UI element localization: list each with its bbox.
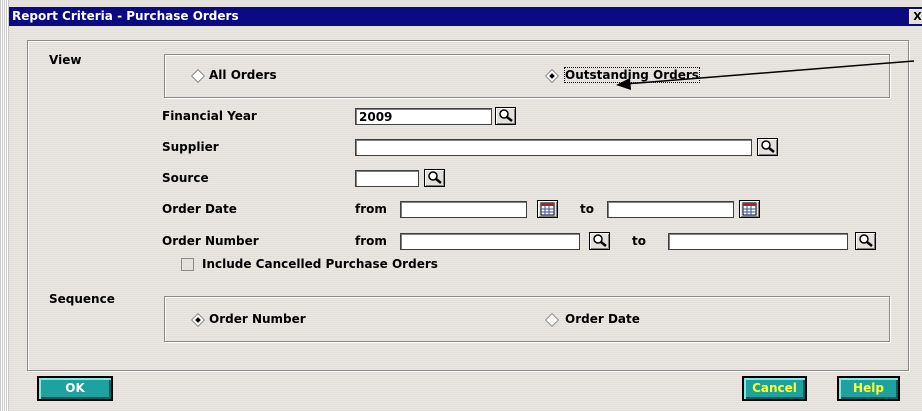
magnifier-icon xyxy=(428,171,442,184)
magnifier-icon xyxy=(761,140,775,153)
order-number-to-input[interactable] xyxy=(668,233,848,250)
radio-diamond-selected-icon xyxy=(190,312,206,328)
sequence-label: Sequence xyxy=(49,292,115,306)
magnifier-icon xyxy=(859,234,873,247)
radio-order-date-label: Order Date xyxy=(565,312,640,326)
include-cancelled-checkbox[interactable] xyxy=(181,258,194,271)
radio-all-orders[interactable]: All Orders xyxy=(189,67,329,85)
report-criteria-window: Report Criteria - Purchase Orders X View… xyxy=(9,0,922,411)
radio-order-date[interactable]: Order Date xyxy=(543,311,703,329)
order-date-to-label: to xyxy=(580,202,594,216)
view-label: View xyxy=(49,53,82,67)
left-edge-texture xyxy=(0,0,9,411)
order-number-from-input[interactable] xyxy=(400,233,580,250)
ok-button[interactable]: OK xyxy=(37,376,113,401)
order-date-from-calendar-button[interactable] xyxy=(537,200,558,218)
order-number-label: Order Number xyxy=(162,234,259,248)
supplier-lookup-button[interactable] xyxy=(757,138,778,156)
order-number-to-lookup-button[interactable] xyxy=(855,232,876,250)
include-cancelled-label: Include Cancelled Purchase Orders xyxy=(202,257,438,271)
sequence-options-box: Order Number Order Date xyxy=(164,296,890,342)
window-title: Report Criteria - Purchase Orders xyxy=(12,9,239,23)
source-lookup-button[interactable] xyxy=(424,169,445,187)
order-date-label: Order Date xyxy=(162,202,237,216)
supplier-label: Supplier xyxy=(162,140,219,154)
order-number-from-label: from xyxy=(355,234,387,248)
view-options-box: All Orders Outstanding Orders xyxy=(164,54,890,98)
order-number-from-lookup-button[interactable] xyxy=(589,232,610,250)
source-input[interactable] xyxy=(355,170,419,187)
magnifier-icon xyxy=(593,234,607,247)
order-number-to-label: to xyxy=(632,234,646,248)
close-button[interactable]: X xyxy=(909,9,922,24)
cancel-button[interactable]: Cancel xyxy=(742,376,807,401)
radio-diamond-icon xyxy=(190,68,206,84)
supplier-input[interactable] xyxy=(355,139,752,156)
title-bar[interactable]: Report Criteria - Purchase Orders X xyxy=(9,7,922,26)
financial-year-input[interactable]: 2009 xyxy=(355,108,492,125)
radio-diamond-selected-icon xyxy=(544,68,560,84)
source-label: Source xyxy=(162,171,209,185)
order-date-from-label: from xyxy=(355,202,387,216)
include-cancelled-checkbox-row[interactable]: Include Cancelled Purchase Orders xyxy=(181,256,541,272)
magnifier-icon xyxy=(499,109,513,122)
radio-all-orders-label: All Orders xyxy=(209,68,277,82)
order-date-to-calendar-button[interactable] xyxy=(739,200,760,218)
order-date-from-input[interactable] xyxy=(400,201,527,218)
calendar-icon xyxy=(742,202,757,216)
radio-order-number[interactable]: Order Number xyxy=(189,311,349,329)
radio-diamond-icon xyxy=(544,312,560,328)
financial-year-lookup-button[interactable] xyxy=(495,107,516,125)
radio-outstanding-orders[interactable]: Outstanding Orders xyxy=(543,67,753,85)
radio-order-number-label: Order Number xyxy=(209,312,306,326)
criteria-group: View All Orders Outstanding Orders Finan… xyxy=(27,40,909,371)
calendar-icon xyxy=(540,202,555,216)
radio-outstanding-orders-label: Outstanding Orders xyxy=(564,67,700,83)
help-button[interactable]: Help xyxy=(837,376,900,401)
order-date-to-input[interactable] xyxy=(607,201,734,218)
dialog-body: View All Orders Outstanding Orders Finan… xyxy=(9,26,922,411)
financial-year-label: Financial Year xyxy=(162,109,257,123)
